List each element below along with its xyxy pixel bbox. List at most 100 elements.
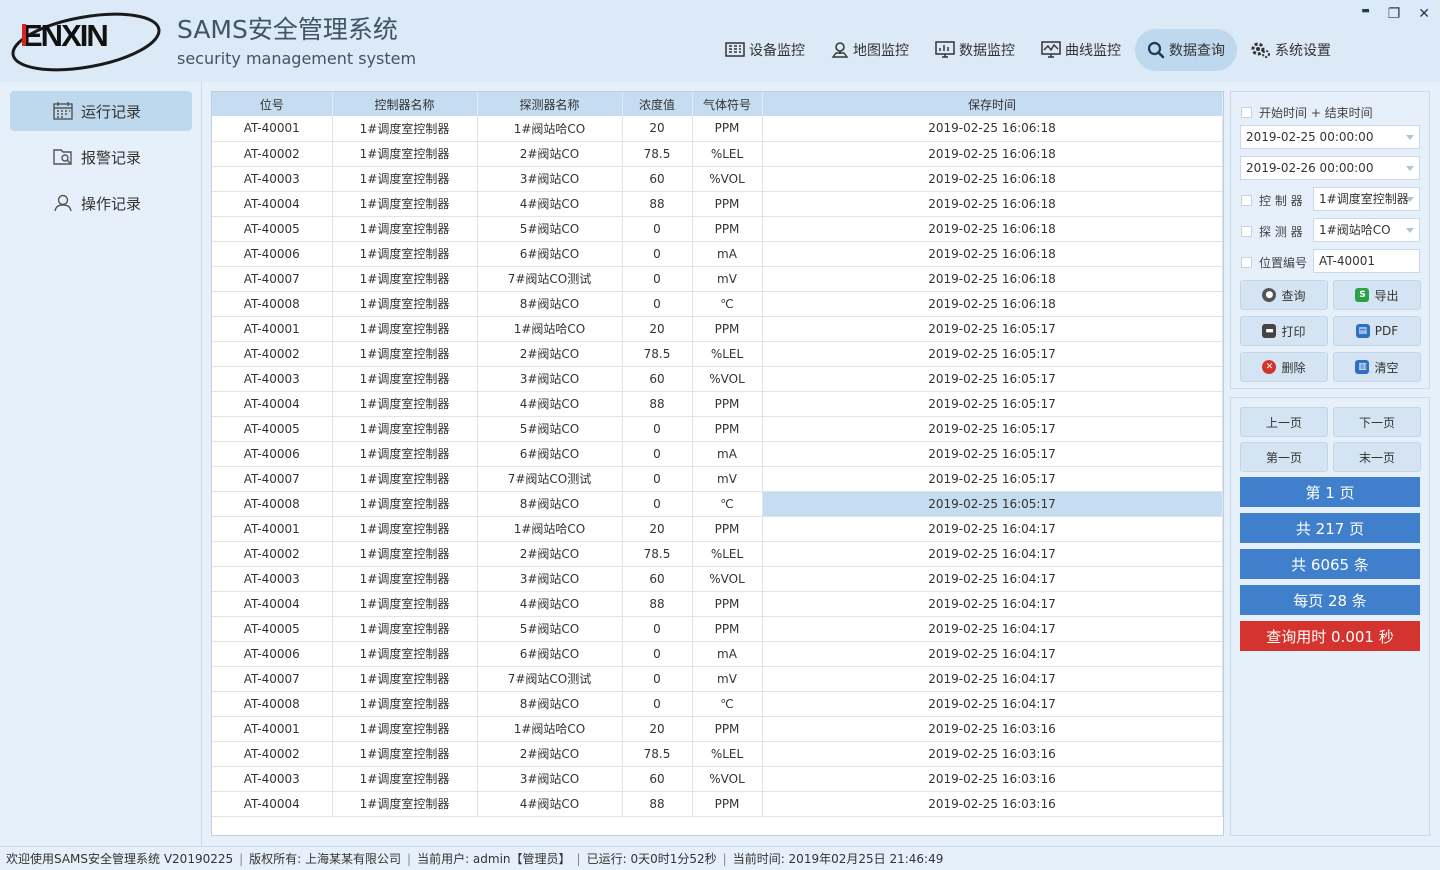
column-header[interactable]: 保存时间 xyxy=(762,92,1223,116)
table-cell: 1#调度室控制器 xyxy=(332,491,478,517)
table-row[interactable]: AT-40004 1#调度室控制器 4#阀站CO 88 PPM 2019-02-25 16… xyxy=(212,591,1223,617)
table-row[interactable]: AT-40001 1#调度室控制器 1#阀站哈CO 20 PPM 2019-02-25 1… xyxy=(212,316,1223,342)
table-row[interactable]: AT-40004 1#调度室控制器 4#阀站CO 88 PPM 2019-02-25 16… xyxy=(212,391,1223,417)
table-row[interactable]: AT-40005 1#调度室控制器 5#阀站CO 0 PPM 2019-02-25 16:… xyxy=(212,216,1223,242)
table-row[interactable]: AT-40008 1#调度室控制器 8#阀站CO 0 ℃ 2019-02-25 16:04… xyxy=(212,691,1223,717)
table-row[interactable]: AT-40001 1#调度室控制器 1#阀站哈CO 20 PPM 2019-02-25 1… xyxy=(212,116,1223,142)
gear-icon xyxy=(1251,42,1270,58)
position-input[interactable]: AT-40001 xyxy=(1313,249,1420,273)
end-time-picker[interactable]: 2019-02-26 00:00:00 xyxy=(1240,156,1420,180)
table-cell: 4#阀站CO xyxy=(477,191,623,217)
table-row[interactable]: AT-40008 1#调度室控制器 8#阀站CO 0 ℃ 2019-02-25 16:06… xyxy=(212,291,1223,317)
column-header[interactable]: 探测器名称 xyxy=(477,92,623,116)
table-cell: AT-40002 xyxy=(212,341,333,367)
table-row[interactable]: AT-40001 1#调度室控制器 1#阀站哈CO 20 PPM 2019-02-25 1… xyxy=(212,516,1223,542)
column-header[interactable]: 浓度值 xyxy=(622,92,693,116)
table-cell: 1#阀站哈CO xyxy=(477,316,623,342)
nav-label: 设备监控 xyxy=(749,43,805,59)
controller-select[interactable]: 1#调度室控制器 xyxy=(1313,187,1420,211)
position-value: AT-40001 xyxy=(1319,254,1376,268)
table-row[interactable]: AT-40006 1#调度室控制器 6#阀站CO 0 mA 2019-02-25 16:0… xyxy=(212,641,1223,667)
data-monitor-icon xyxy=(935,41,955,58)
table-cell: AT-40008 xyxy=(212,491,333,517)
time-range-label: 开始时间 + 结束时间 xyxy=(1259,106,1373,120)
print-button[interactable]: ▬ 打印 xyxy=(1240,316,1328,346)
last-page-button[interactable]: 末一页 xyxy=(1333,442,1421,472)
table-cell: 1#调度室控制器 xyxy=(332,766,478,792)
table-cell: 3#阀站CO xyxy=(477,766,623,792)
table-cell: mV xyxy=(692,466,763,492)
query-button[interactable]: ● 查询 xyxy=(1240,280,1328,310)
start-time-picker[interactable]: 2019-02-25 00:00:00 xyxy=(1240,125,1420,149)
table-row[interactable]: AT-40007 1#调度室控制器 7#阀站CO测试 0 mV 2019-02-25 16… xyxy=(212,666,1223,692)
table-cell: 5#阀站CO xyxy=(477,616,623,642)
clear-button[interactable]: ▥ 清空 xyxy=(1333,352,1421,382)
table-row[interactable]: AT-40005 1#调度室控制器 5#阀站CO 0 PPM 2019-02-25 16:… xyxy=(212,616,1223,642)
table-row[interactable]: AT-40003 1#调度室控制器 3#阀站CO 60 %VOL 2019-02-25 1… xyxy=(212,766,1223,792)
minimize-button[interactable]: ▬ xyxy=(1361,6,1370,22)
export-button[interactable]: S 导出 xyxy=(1333,280,1421,310)
table-row[interactable]: AT-40003 1#调度室控制器 3#阀站CO 60 %VOL 2019-02-25 1… xyxy=(212,566,1223,592)
sidebar-item-alarm-record[interactable]: 报警记录 xyxy=(10,137,192,177)
restore-button[interactable]: ❐ xyxy=(1388,6,1401,22)
table-cell: AT-40001 xyxy=(212,716,333,742)
table-cell: %LEL xyxy=(692,141,763,167)
table-cell: 1#调度室控制器 xyxy=(332,266,478,292)
table-row[interactable]: AT-40002 1#调度室控制器 2#阀站CO 78.5 %LEL 2019-02-25… xyxy=(212,341,1223,367)
table-cell: 7#阀站CO测试 xyxy=(477,666,623,692)
table-cell: 1#调度室控制器 xyxy=(332,416,478,442)
controller-checkbox[interactable] xyxy=(1241,195,1252,206)
table-row[interactable]: AT-40002 1#调度室控制器 2#阀站CO 78.5 %LEL 2019-02-25… xyxy=(212,741,1223,767)
table-cell: 78.5 xyxy=(622,341,693,367)
table-row[interactable]: AT-40006 1#调度室控制器 6#阀站CO 0 mA 2019-02-25 16:0… xyxy=(212,441,1223,467)
next-page-button[interactable]: 下一页 xyxy=(1333,407,1421,437)
detector-checkbox[interactable] xyxy=(1241,226,1252,237)
table-row[interactable]: AT-40003 1#调度室控制器 3#阀站CO 60 %VOL 2019-02-25 1… xyxy=(212,166,1223,192)
table-row[interactable]: AT-40008 1#调度室控制器 8#阀站CO 0 ℃ 2019-02-25 16:05… xyxy=(212,491,1223,517)
table-row[interactable]: AT-40001 1#调度室控制器 1#阀站哈CO 20 PPM 2019-02-25 1… xyxy=(212,716,1223,742)
table-cell: AT-40003 xyxy=(212,566,333,592)
sidebar-item-run-record[interactable]: 运行记录 xyxy=(10,91,192,131)
table-row[interactable]: AT-40006 1#调度室控制器 6#阀站CO 0 mA 2019-02-25 16:0… xyxy=(212,241,1223,267)
first-page-button[interactable]: 第一页 xyxy=(1240,442,1328,472)
pdf-button[interactable]: ▤ PDF xyxy=(1333,316,1421,346)
window-controls: ▬ ❐ ✕ xyxy=(1361,6,1430,22)
table-cell: 1#调度室控制器 xyxy=(332,291,478,317)
column-header[interactable]: 位号 xyxy=(212,92,333,116)
nav-curve-monitor[interactable]: 曲线监控 xyxy=(1029,29,1133,71)
next-page-label: 下一页 xyxy=(1358,415,1395,430)
column-header[interactable]: 气体符号 xyxy=(692,92,763,116)
delete-button[interactable]: ✕ 删除 xyxy=(1240,352,1328,382)
nav-system-settings[interactable]: 系统设置 xyxy=(1239,29,1343,71)
position-checkbox[interactable] xyxy=(1241,257,1252,268)
table-cell: 2019-02-25 16:04:17 xyxy=(762,616,1223,642)
table-cell: 78.5 xyxy=(622,541,693,567)
table-row[interactable]: AT-40007 1#调度室控制器 7#阀站CO测试 0 mV 2019-02-25 16… xyxy=(212,466,1223,492)
detector-value: 1#阀站哈CO xyxy=(1319,223,1391,237)
table-cell: 2019-02-25 16:05:17 xyxy=(762,391,1223,417)
nav-device-monitor[interactable]: 设备监控 xyxy=(713,29,817,71)
table-row[interactable]: AT-40004 1#调度室控制器 4#阀站CO 88 PPM 2019-02-25 16… xyxy=(212,791,1223,817)
column-header[interactable]: 控制器名称 xyxy=(332,92,478,116)
detector-select[interactable]: 1#阀站哈CO xyxy=(1313,218,1420,242)
prev-page-button[interactable]: 上一页 xyxy=(1240,407,1328,437)
nav-data-monitor[interactable]: 数据监控 xyxy=(923,29,1027,71)
table-row[interactable]: AT-40007 1#调度室控制器 7#阀站CO测试 0 mV 2019-02-25 16… xyxy=(212,266,1223,292)
first-page-label: 第一页 xyxy=(1265,450,1302,465)
table-cell: 20 xyxy=(622,316,693,342)
table-cell: 6#阀站CO xyxy=(477,241,623,267)
total-records-label: 共 6065 条 xyxy=(1240,549,1420,579)
table-cell: 60 xyxy=(622,566,693,592)
nav-data-query[interactable]: 数据查询 xyxy=(1135,29,1237,71)
table-row[interactable]: AT-40004 1#调度室控制器 4#阀站CO 88 PPM 2019-02-25 16… xyxy=(212,191,1223,217)
delete-label: 删除 xyxy=(1281,360,1306,375)
time-range-checkbox[interactable] xyxy=(1241,107,1252,118)
table-row[interactable]: AT-40005 1#调度室控制器 5#阀站CO 0 PPM 2019-02-25 16:… xyxy=(212,416,1223,442)
table-row[interactable]: AT-40003 1#调度室控制器 3#阀站CO 60 %VOL 2019-02-25 1… xyxy=(212,366,1223,392)
table-cell: 60 xyxy=(622,366,693,392)
table-row[interactable]: AT-40002 1#调度室控制器 2#阀站CO 78.5 %LEL 2019-02-25… xyxy=(212,141,1223,167)
close-button[interactable]: ✕ xyxy=(1418,6,1430,22)
nav-map-monitor[interactable]: 地图监控 xyxy=(819,29,921,71)
table-row[interactable]: AT-40002 1#调度室控制器 2#阀站CO 78.5 %LEL 2019-02-25… xyxy=(212,541,1223,567)
sidebar-item-operation-record[interactable]: 操作记录 xyxy=(10,183,192,223)
